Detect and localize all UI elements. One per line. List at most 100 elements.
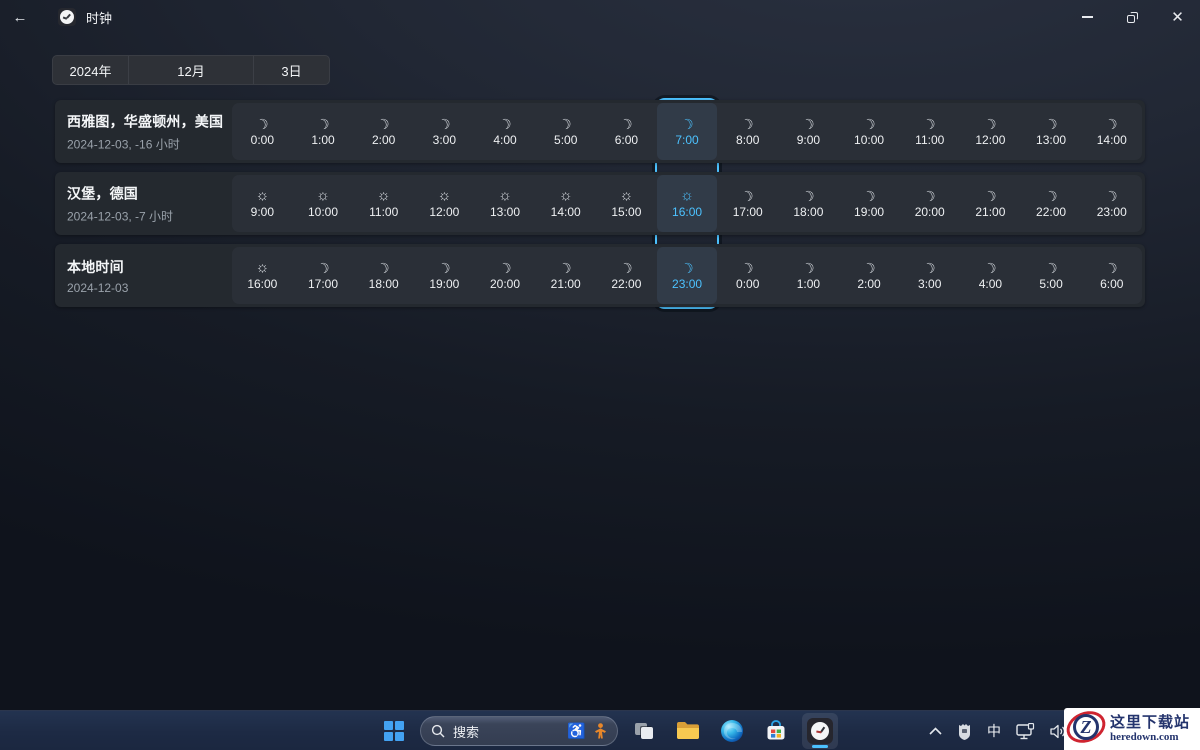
year-select[interactable]: 2024年 bbox=[53, 56, 128, 84]
display-device-icon bbox=[1016, 722, 1035, 739]
time-cell[interactable]: ☽ 22:00 bbox=[596, 247, 657, 304]
time-cell[interactable]: ☽ 18:00 bbox=[353, 247, 414, 304]
tray-security-button[interactable] bbox=[957, 723, 972, 740]
time-cell[interactable]: ☽ 1:00 bbox=[778, 247, 839, 304]
time-cell[interactable]: ☽ 6:00 bbox=[1081, 247, 1142, 304]
cell-time-label: 15:00 bbox=[611, 204, 642, 219]
taskbar: 搜索 ♿ 中 bbox=[0, 710, 1200, 750]
moon-icon: ☽ bbox=[617, 257, 635, 278]
time-cell[interactable]: ☼ 14:00 bbox=[535, 175, 596, 232]
edge-button[interactable] bbox=[714, 713, 750, 749]
time-cell[interactable]: ☽ 21:00 bbox=[960, 175, 1021, 232]
time-cell[interactable]: ☽ 2:00 bbox=[839, 247, 900, 304]
moon-icon: ☽ bbox=[678, 257, 696, 278]
cell-time-label: 12:00 bbox=[975, 132, 1006, 147]
time-cell[interactable]: ☽ 1:00 bbox=[293, 103, 354, 160]
sun-icon: ☼ bbox=[558, 186, 573, 204]
time-cell[interactable]: ☽ 17:00 bbox=[293, 247, 354, 304]
month-select[interactable]: 12月 bbox=[128, 56, 253, 84]
row-label: 本地时间 2024-12-03 bbox=[67, 257, 128, 295]
moon-icon: ☽ bbox=[1042, 185, 1060, 206]
taskbar-search[interactable]: 搜索 ♿ bbox=[420, 716, 618, 746]
time-cell[interactable]: ☽ 19:00 bbox=[839, 175, 900, 232]
moon-icon: ☽ bbox=[375, 113, 393, 134]
time-cell[interactable]: ☽ 4:00 bbox=[475, 103, 536, 160]
day-select[interactable]: 3日 bbox=[253, 56, 329, 84]
sun-icon: ☼ bbox=[255, 258, 270, 276]
time-cell[interactable]: ☽ 0:00 bbox=[717, 247, 778, 304]
cell-time-label: 14:00 bbox=[1096, 132, 1127, 147]
clock-row: 本地时间 2024-12-03 ☼ 16:00 ☽ 17:00 ☽ 18:00 ☽ 19:00 ☽ 2… bbox=[55, 244, 1145, 307]
time-cell[interactable]: ☽ 2:00 bbox=[353, 103, 414, 160]
time-strip: ☽ 0:00 ☽ 1:00 ☽ 2:00 ☽ 3:00 ☽ 4:00 ☽ 5:00 ☽ 6:00 ☽ 7:00… bbox=[232, 103, 1142, 160]
start-button[interactable] bbox=[376, 713, 412, 749]
store-button[interactable] bbox=[758, 713, 794, 749]
time-cell[interactable]: ☼ 12:00 bbox=[414, 175, 475, 232]
cell-time-label: 19:00 bbox=[429, 276, 460, 291]
time-cell[interactable]: ☽ 20:00 bbox=[475, 247, 536, 304]
moon-icon: ☽ bbox=[496, 113, 514, 134]
close-button[interactable]: ✕ bbox=[1155, 0, 1200, 34]
time-cell[interactable]: ☽ 19:00 bbox=[414, 247, 475, 304]
time-cell[interactable]: ☽ 0:00 bbox=[232, 103, 293, 160]
accessibility-person-icon bbox=[595, 723, 606, 739]
time-cell[interactable]: ☽ 7:00 bbox=[656, 103, 718, 160]
task-view-button[interactable] bbox=[626, 713, 662, 749]
cell-time-label: 13:00 bbox=[490, 204, 521, 219]
clock-taskbar-icon bbox=[807, 718, 833, 744]
cell-time-label: 11:00 bbox=[915, 132, 945, 147]
time-cell[interactable]: ☽ 13:00 bbox=[1021, 103, 1082, 160]
time-cell[interactable]: ☽ 17:00 bbox=[717, 175, 778, 232]
time-cell[interactable]: ☼ 10:00 bbox=[293, 175, 354, 232]
time-cell[interactable]: ☽ 9:00 bbox=[778, 103, 839, 160]
time-cell[interactable]: ☽ 22:00 bbox=[1021, 175, 1082, 232]
back-button[interactable]: ← bbox=[0, 0, 40, 34]
time-cell[interactable]: ☽ 6:00 bbox=[596, 103, 657, 160]
moon-icon: ☽ bbox=[314, 257, 332, 278]
time-cell[interactable]: ☽ 23:00 bbox=[656, 247, 718, 304]
cell-time-label: 21:00 bbox=[975, 204, 1006, 219]
time-cell[interactable]: ☼ 16:00 bbox=[656, 175, 718, 232]
time-cell[interactable]: ☼ 13:00 bbox=[475, 175, 536, 232]
cell-time-label: 9:00 bbox=[796, 132, 821, 147]
restore-button[interactable] bbox=[1110, 0, 1155, 34]
time-cell[interactable]: ☼ 11:00 bbox=[353, 175, 414, 232]
time-cell[interactable]: ☽ 3:00 bbox=[899, 247, 960, 304]
time-cell[interactable]: ☽ 20:00 bbox=[899, 175, 960, 232]
watermark-logo-icon: Z bbox=[1061, 705, 1111, 750]
clock-app-taskbar-button[interactable] bbox=[802, 713, 838, 749]
time-cell[interactable]: ☼ 9:00 bbox=[232, 175, 293, 232]
ime-language-indicator[interactable]: 中 bbox=[987, 721, 1001, 741]
time-cell[interactable]: ☽ 23:00 bbox=[1081, 175, 1142, 232]
city-date-offset: 2024-12-03, -16 小时 bbox=[67, 137, 180, 151]
cell-time-label: 20:00 bbox=[490, 276, 521, 291]
time-cell[interactable]: ☽ 8:00 bbox=[717, 103, 778, 160]
city-date-offset: 2024-12-03 bbox=[67, 280, 129, 295]
time-cell[interactable]: ☽ 14:00 bbox=[1081, 103, 1142, 160]
watermark-letter: Z bbox=[1080, 717, 1092, 737]
time-cell[interactable]: ☽ 11:00 bbox=[899, 103, 960, 160]
time-cell[interactable]: ☽ 3:00 bbox=[414, 103, 475, 160]
moon-icon: ☽ bbox=[1103, 185, 1121, 206]
time-cell[interactable]: ☽ 5:00 bbox=[535, 103, 596, 160]
time-cell[interactable]: ☼ 16:00 bbox=[232, 247, 293, 304]
time-cell[interactable]: ☽ 21:00 bbox=[535, 247, 596, 304]
time-cell[interactable]: ☽ 4:00 bbox=[960, 247, 1021, 304]
file-explorer-button[interactable] bbox=[670, 713, 706, 749]
moon-icon: ☽ bbox=[617, 113, 635, 134]
time-cell[interactable]: ☽ 5:00 bbox=[1021, 247, 1082, 304]
cell-time-label: 13:00 bbox=[1036, 132, 1067, 147]
accessibility-wheelchair-icon: ♿ bbox=[567, 722, 586, 740]
cell-time-label: 3:00 bbox=[918, 276, 942, 291]
time-cell[interactable]: ☽ 10:00 bbox=[839, 103, 900, 160]
app-title: 时钟 bbox=[86, 10, 113, 26]
time-cell[interactable]: ☼ 15:00 bbox=[596, 175, 657, 232]
time-cell[interactable]: ☽ 12:00 bbox=[960, 103, 1021, 160]
tray-chevron-button[interactable] bbox=[929, 727, 942, 735]
tray-display-button[interactable] bbox=[1016, 722, 1035, 740]
city-name: 本地时间 bbox=[67, 258, 124, 275]
cell-time-label: 4:00 bbox=[493, 132, 517, 147]
time-cell[interactable]: ☽ 18:00 bbox=[778, 175, 839, 232]
moon-icon: ☽ bbox=[435, 113, 453, 134]
minimize-button[interactable] bbox=[1065, 0, 1110, 34]
